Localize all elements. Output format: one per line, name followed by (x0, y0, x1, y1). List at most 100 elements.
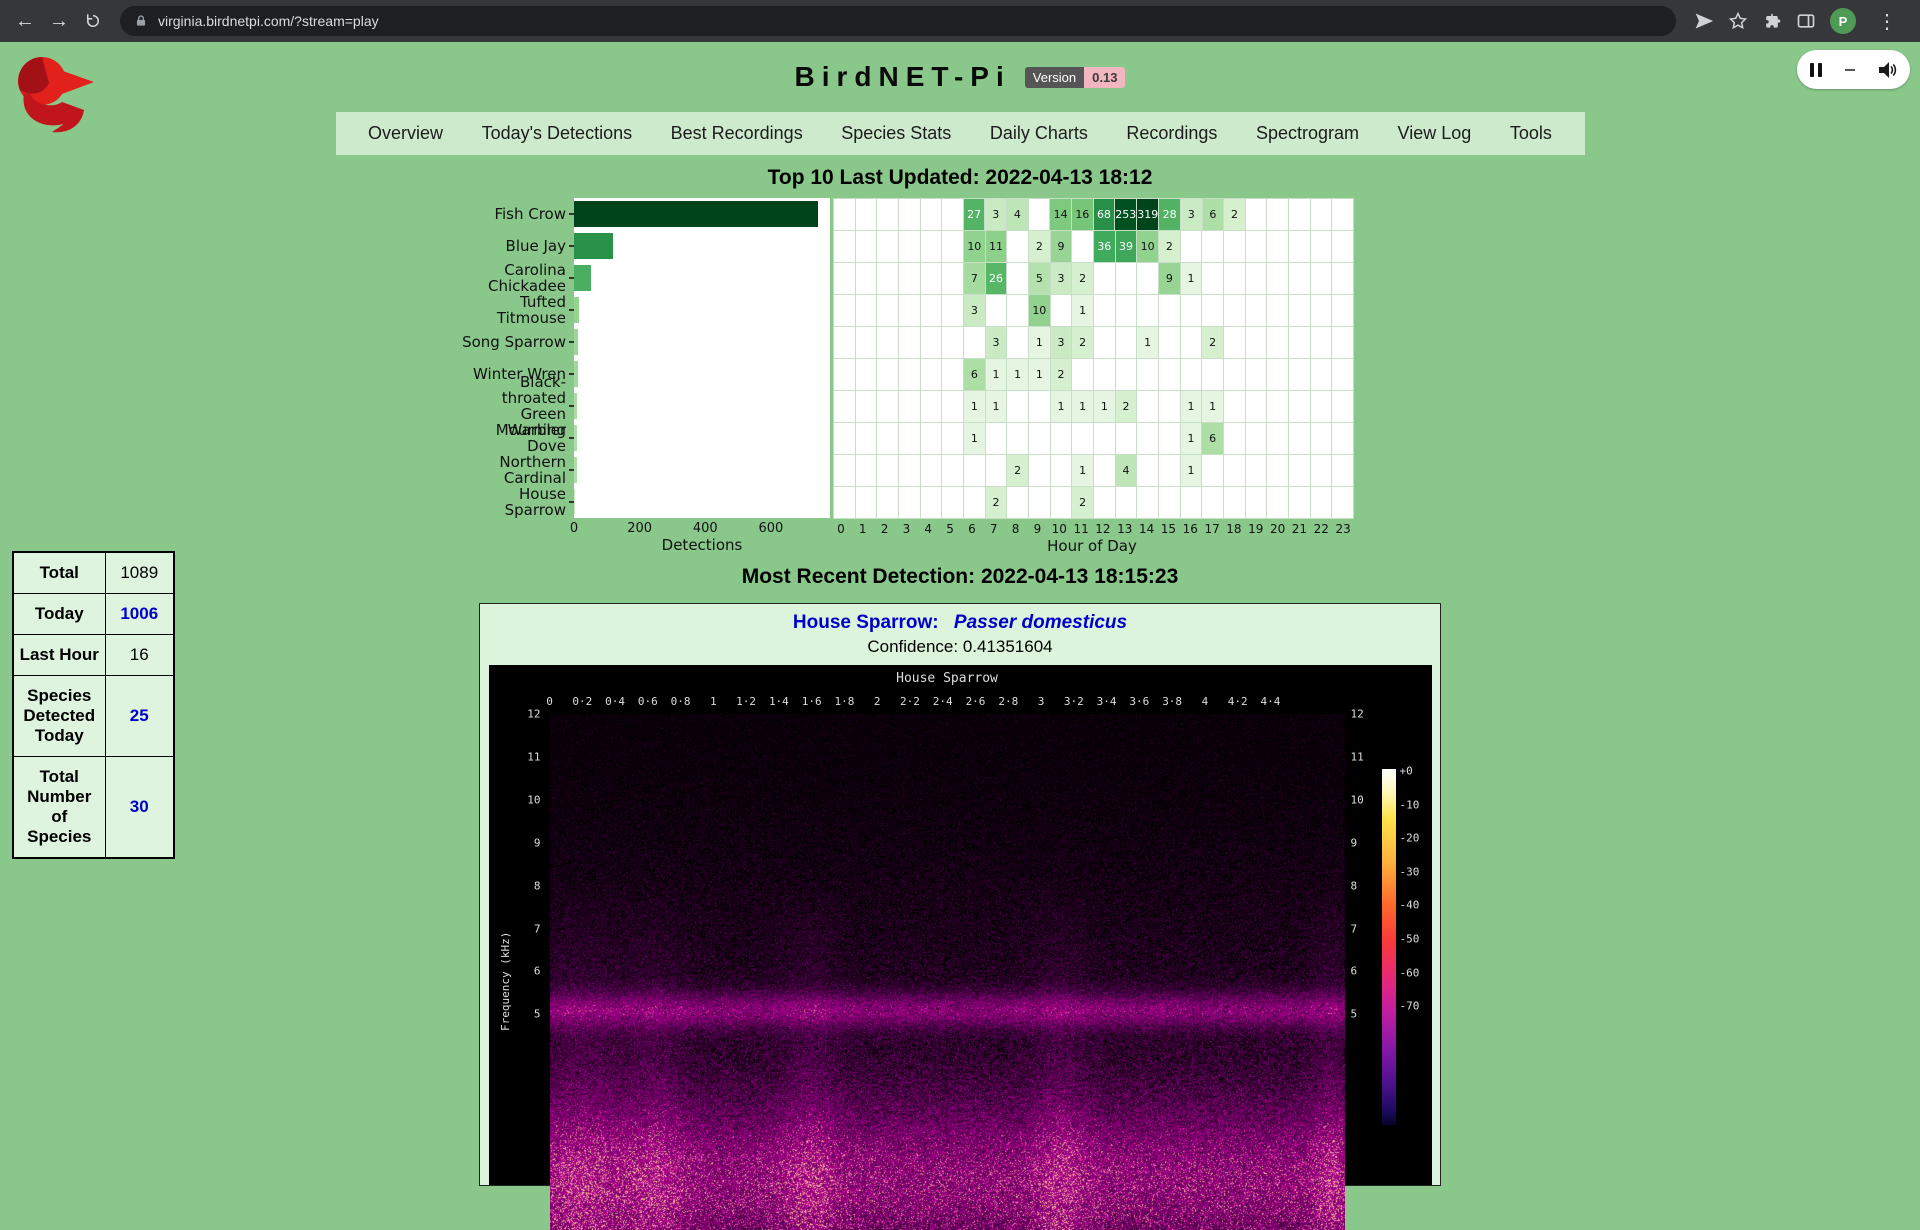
heatmap-cell (877, 359, 899, 391)
bar-row (574, 422, 830, 454)
species-label: Fish Crow (462, 198, 574, 230)
seek-dash[interactable] (1845, 69, 1855, 71)
heatmap-cell (1224, 455, 1246, 487)
heatmap-cell (942, 231, 964, 263)
freq-tick-label-right: 7 (1351, 922, 1358, 935)
species-label-line: Song Sparrow (462, 334, 566, 350)
heatmap-cell (1267, 263, 1289, 295)
nav-item-spectrogram[interactable]: Spectrogram (1250, 123, 1365, 144)
nav-item-tools[interactable]: Tools (1504, 123, 1558, 144)
extensions-icon[interactable] (1762, 11, 1782, 31)
nav-item-species-stats[interactable]: Species Stats (835, 123, 957, 144)
heatmap-cell (1311, 391, 1333, 423)
heatmap-cell (1094, 263, 1116, 295)
heatmap-cell (899, 455, 921, 487)
freq-tick-label-left: 7 (513, 922, 541, 935)
heatmap-cell (899, 487, 921, 519)
birdnet-logo[interactable] (12, 54, 102, 141)
profile-avatar[interactable]: P (1830, 8, 1856, 34)
heatmap-cell (1224, 423, 1246, 455)
hour-axis-tick: 14 (1136, 522, 1158, 537)
heatmap-cell: 39 (1116, 231, 1138, 263)
freq-tick-label-right: 5 (1351, 1008, 1358, 1021)
heatmap-cell (942, 327, 964, 359)
volume-icon[interactable] (1877, 60, 1897, 80)
time-tick-label: 0 (546, 695, 553, 708)
heatmap-cell (1246, 391, 1268, 423)
heatmap-cell (1094, 423, 1116, 455)
heatmap-cell (1246, 199, 1268, 231)
stat-value[interactable]: 30 (105, 757, 174, 859)
version-badge: Version 0.13 (1025, 67, 1126, 88)
stat-value[interactable]: 25 (105, 676, 174, 757)
heatmap-cell: 7 (964, 263, 986, 295)
heatmap-cell (1051, 487, 1073, 519)
heatmap-cell (1224, 327, 1246, 359)
species-label: Mourning Dove (462, 422, 574, 454)
nav-item-daily-charts[interactable]: Daily Charts (984, 123, 1094, 144)
bar-axis-tick: 400 (693, 521, 718, 536)
address-bar[interactable]: virginia.birdnetpi.com/?stream=play (120, 6, 1676, 36)
nav-item-view-log[interactable]: View Log (1392, 123, 1478, 144)
stat-value[interactable]: 1006 (105, 594, 174, 635)
heatmap-cell (856, 423, 878, 455)
heatmap-cell (1311, 359, 1333, 391)
pause-icon[interactable] (1810, 63, 1822, 77)
heatmap-cell (1007, 263, 1029, 295)
bar-axis-tick: 0 (570, 521, 578, 536)
detection-bar (574, 329, 578, 355)
heatmap-cell (1007, 231, 1029, 263)
nav-item-recordings[interactable]: Recordings (1120, 123, 1223, 144)
freq-tick-label-left: 11 (513, 750, 541, 763)
nav-item-overview[interactable]: Overview (362, 123, 449, 144)
heatmap-row: 2141 (834, 455, 1354, 487)
freq-tick-label-left: 10 (513, 793, 541, 806)
heatmap-cell: 1 (1072, 391, 1094, 423)
stat-label: Today (13, 594, 105, 635)
heatmap-cell (1289, 391, 1311, 423)
top10-chart: Fish CrowBlue JayCarolinaChickadeeTufted… (462, 198, 1372, 555)
heatmap-cell (1137, 391, 1159, 423)
forward-icon[interactable]: → (42, 4, 76, 38)
heatmap-cell (1267, 391, 1289, 423)
heatmap-cell (1007, 295, 1029, 327)
menu-kebab-icon[interactable]: ⋮ (1870, 4, 1904, 38)
hour-axis-tick: 21 (1289, 522, 1311, 537)
time-tick-label: 3·2 (1064, 695, 1084, 708)
heatmap-cell (899, 391, 921, 423)
heatmap-cell (899, 327, 921, 359)
detection-bar (574, 233, 613, 259)
bookmark-star-icon[interactable] (1728, 11, 1748, 31)
heatmap-cell (964, 455, 986, 487)
heatmap-cell (1116, 295, 1138, 327)
send-icon[interactable] (1694, 11, 1714, 31)
heatmap-cell: 1 (1181, 263, 1203, 295)
heatmap-cell (877, 455, 899, 487)
stat-label: Last Hour (13, 635, 105, 676)
detection-bar (574, 393, 577, 419)
back-icon[interactable]: ← (8, 4, 42, 38)
db-tick-label: -60 (1400, 966, 1420, 979)
heatmap-cell (1289, 295, 1311, 327)
time-tick-label: 2·2 (900, 695, 920, 708)
hour-axis-tick: 17 (1201, 522, 1223, 537)
heatmap-cell: 1 (964, 423, 986, 455)
heatmap-cell: 10 (964, 231, 986, 263)
heatmap-cell: 27 (964, 199, 986, 231)
heatmap-cell (1202, 455, 1224, 487)
recent-detection-heading: Most Recent Detection: 2022-04-13 18:15:… (0, 565, 1920, 589)
side-panel-icon[interactable] (1796, 11, 1816, 31)
detection-scientific-name-link[interactable]: Passer domesticus (954, 612, 1127, 633)
audio-player[interactable] (1797, 50, 1910, 89)
stat-value: 1089 (105, 552, 174, 594)
reload-icon[interactable] (76, 4, 110, 38)
heatmap-cell (899, 423, 921, 455)
nav-item-best-recordings[interactable]: Best Recordings (665, 123, 809, 144)
chart-species-labels: Fish CrowBlue JayCarolinaChickadeeTufted… (462, 198, 574, 555)
nav-item-today-s-detections[interactable]: Today's Detections (476, 123, 639, 144)
detection-common-name-link[interactable]: House Sparrow: (793, 612, 939, 633)
species-label: Blue Jay (462, 230, 574, 262)
heatmap-cell (964, 327, 986, 359)
heatmap-cell (1137, 455, 1159, 487)
hour-axis-tick: 4 (917, 522, 939, 537)
